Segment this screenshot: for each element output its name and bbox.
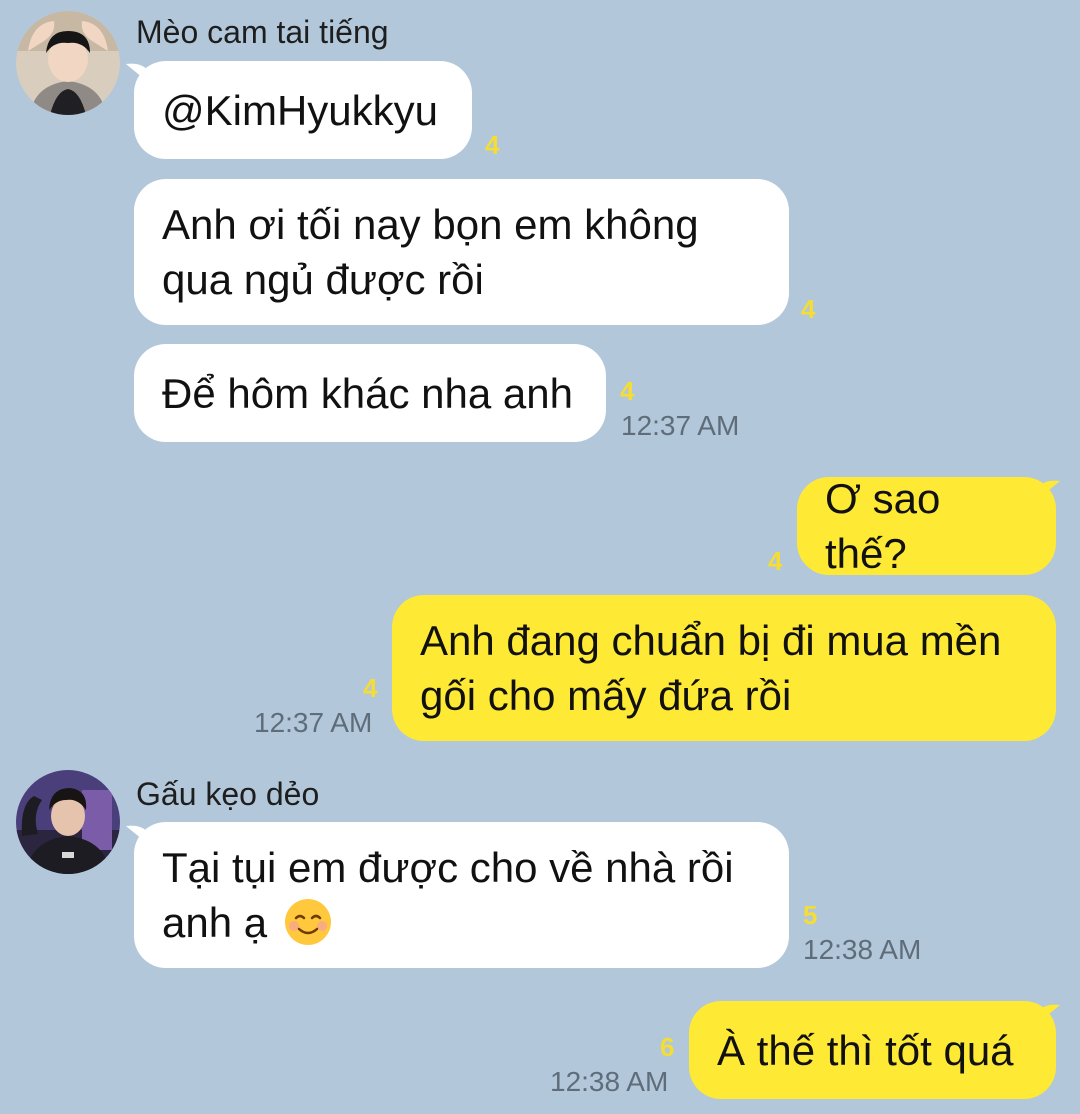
message-bubble[interactable]: Anh ơi tối nay bọn em không qua ngủ được… xyxy=(134,179,789,325)
unread-count: 4 xyxy=(620,376,635,406)
message-text: Tại tụi em được cho về nhà rồi anh ạ xyxy=(162,840,734,950)
avatar-image xyxy=(16,770,120,874)
message-line: Tại tụi em được cho về nhà rồi xyxy=(162,844,734,891)
sender-name-meo-cam: Mèo cam tai tiếng xyxy=(136,14,389,50)
message-text: Anh đang chuẩn bị đi mua mền gối cho mấy… xyxy=(420,613,1001,723)
message-text: Ơ sao thế? xyxy=(825,475,941,577)
sender-name-gau-keo-deo: Gấu kẹo dẻo xyxy=(136,776,320,812)
message-line: qua ngủ được rồi xyxy=(162,256,484,303)
message-bubble[interactable]: Tại tụi em được cho về nhà rồi anh ạ xyxy=(134,822,789,968)
message-line: gối cho mấy đứa rồi xyxy=(420,672,792,719)
message-line: Anh ơi tối nay bọn em không xyxy=(162,201,699,248)
message-timestamp: 12:37 AM xyxy=(254,707,373,738)
message-timestamp: 12:38 AM xyxy=(550,1066,669,1097)
message-line: anh ạ xyxy=(162,899,268,946)
message-timestamp: 12:38 AM xyxy=(803,934,922,965)
message-text: Anh ơi tối nay bọn em không qua ngủ được… xyxy=(162,197,699,307)
message-bubble[interactable]: Để hôm khác nha anh xyxy=(134,344,606,442)
unread-count: 4 xyxy=(363,673,378,703)
avatar-gau-keo-deo[interactable] xyxy=(16,770,120,874)
message-bubble[interactable]: Anh đang chuẩn bị đi mua mền gối cho mấy… xyxy=(392,595,1056,741)
message-timestamp: 12:37 AM xyxy=(621,410,740,441)
message-bubble[interactable]: À thế thì tốt quá xyxy=(689,1001,1056,1099)
unread-count: 6 xyxy=(660,1032,675,1062)
unread-count: 4 xyxy=(801,294,816,324)
unread-count: 4 xyxy=(768,546,783,576)
unread-count: 5 xyxy=(803,900,818,930)
message-text: @KimHyukkyu xyxy=(162,86,439,134)
avatar-image xyxy=(16,11,120,115)
message-bubble[interactable]: Ơ sao thế? xyxy=(797,475,1056,577)
message-line: Anh đang chuẩn bị đi mua mền xyxy=(420,617,1002,664)
smiling-face-icon xyxy=(284,899,331,945)
message-text: À thế thì tốt quá xyxy=(717,1026,1014,1074)
unread-count: 4 xyxy=(485,130,500,160)
avatar-meo-cam[interactable] xyxy=(16,11,120,115)
message-bubble[interactable]: @KimHyukkyu xyxy=(134,61,472,159)
message-text: Để hôm khác nha anh xyxy=(162,369,573,417)
